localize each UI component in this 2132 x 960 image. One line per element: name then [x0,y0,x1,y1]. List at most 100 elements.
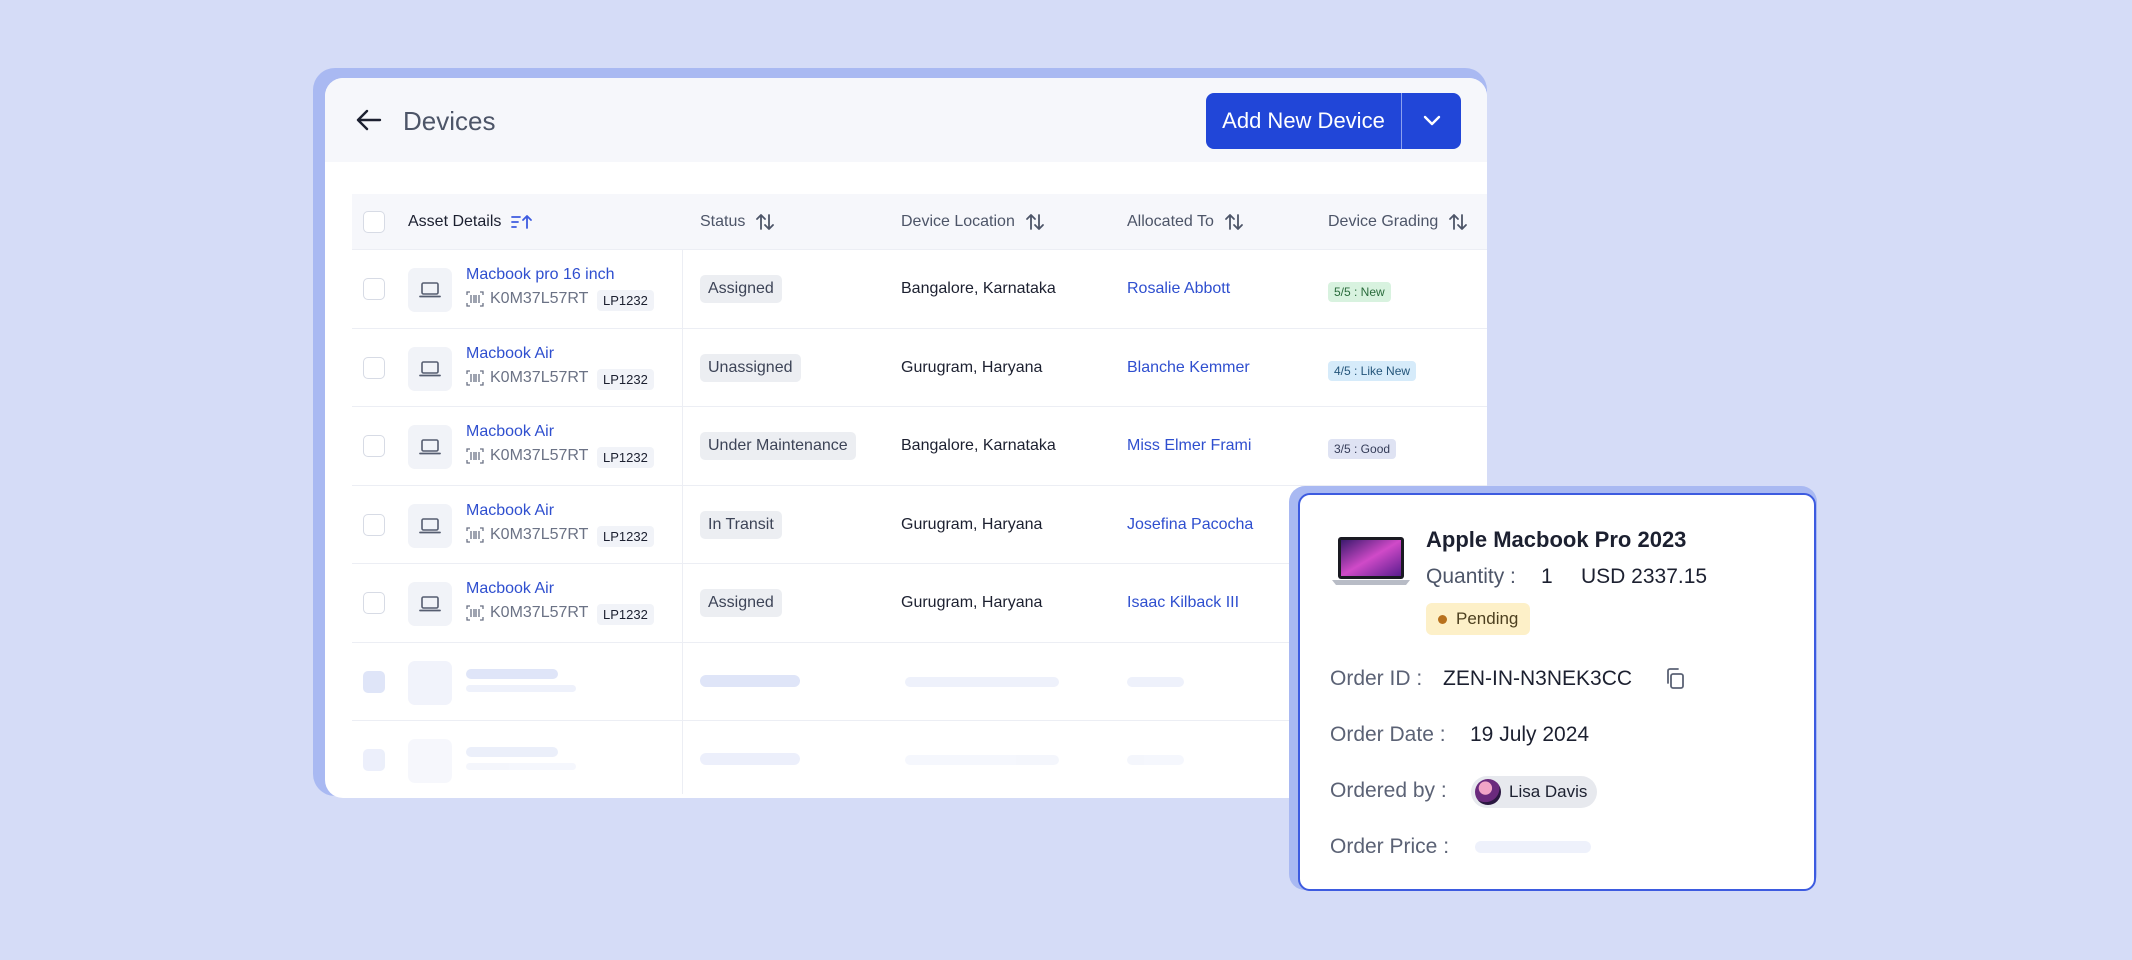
order-id-label: Order ID : [1330,667,1423,690]
laptop-icon [408,503,452,548]
skeleton-bar [466,684,576,692]
asset-serial: K0M37L57RT [466,526,588,544]
quantity-value: 1 [1541,565,1553,588]
asset-tag: LP1232 [597,525,654,547]
skeleton-bar [700,674,800,687]
asset-name-link[interactable]: Macbook Air [466,502,554,520]
arrow-left-icon [356,109,382,131]
asset-name-link[interactable]: Macbook pro 16 inch [466,266,615,284]
laptop-icon [408,582,452,626]
grade-badge: 5/5 : New [1328,282,1391,302]
table-row[interactable]: Macbook Air K0M37L57RT LP1232 Under Main… [352,407,1487,486]
skeleton-checkbox [363,749,385,771]
page-title: Devices [403,106,496,136]
laptop-icon [408,346,452,391]
row-checkbox[interactable] [363,356,385,379]
sort-icon[interactable] [755,213,775,231]
order-details-card: Apple Macbook Pro 2023 Quantity : 1 USD … [1298,493,1816,891]
row-checkbox[interactable] [363,278,385,300]
status-badge: Assigned [700,275,782,303]
macbook-image [1332,537,1410,585]
skeleton-bar [905,676,1059,687]
barcode-icon [466,448,484,464]
order-id-value: ZEN-IN-N3NEK3CC [1443,667,1633,690]
allocated-user-link[interactable]: Miss Elmer Frami [1127,437,1251,455]
add-device-dropdown-button[interactable] [1402,93,1461,149]
column-status[interactable]: Status [700,194,775,250]
asset-name-link[interactable]: Macbook Air [466,423,554,441]
allocated-user-link[interactable]: Isaac Kilback III [1127,594,1239,612]
device-location: Bangalore, Karnataka [901,280,1056,297]
skeleton-icon [408,660,452,705]
ordered-by-label: Ordered by : [1330,779,1447,802]
status-badge: Assigned [700,589,782,617]
devices-header: Devices Add New Device [325,78,1487,162]
laptop-icon [408,425,452,469]
allocated-user-link[interactable]: Blanche Kemmer [1127,359,1250,377]
asset-serial: K0M37L57RT [466,290,588,308]
asset-tag: LP1232 [597,604,654,625]
asset-tag: LP1232 [597,368,654,390]
row-checkbox[interactable] [363,435,385,457]
column-device-location[interactable]: Device Location [901,194,1045,250]
sort-icon[interactable] [1224,213,1244,231]
row-checkbox[interactable] [363,592,385,614]
grade-badge: 4/5 : Like New [1328,360,1417,381]
table-row[interactable]: Macbook pro 16 inch K0M37L57RT LP1232 As… [352,250,1487,329]
user-chip[interactable]: Lisa Davis [1471,776,1598,808]
device-location: Gurugram, Haryana [901,515,1043,533]
asset-serial: K0M37L57RT [466,447,588,465]
sort-ascending-icon[interactable] [511,214,533,230]
asset-name-link[interactable]: Macbook Air [466,580,554,598]
column-allocated-to[interactable]: Allocated To [1127,194,1244,250]
product-name: Apple Macbook Pro 2023 [1426,527,1687,552]
barcode-icon [466,605,484,621]
chevron-down-icon [1423,115,1440,126]
barcode-icon [466,526,484,543]
skeleton-bar [466,668,558,679]
allocated-user-link[interactable]: Rosalie Abbott [1127,280,1230,298]
column-device-grading[interactable]: Device Grading [1328,194,1468,250]
asset-serial: K0M37L57RT [466,604,588,622]
asset-name-link[interactable]: Macbook Air [466,345,554,363]
table-header: Asset Details Status Device Location All… [352,194,1487,250]
select-all-checkbox[interactable] [363,211,385,233]
skeleton-bar [1475,841,1591,853]
order-status-badge: Pending [1426,603,1531,635]
column-asset-details[interactable]: Asset Details [408,194,533,250]
status-dot-icon [1438,614,1447,624]
skeleton-bar [700,753,800,765]
asset-tag: LP1232 [597,290,654,311]
device-location: Gurugram, Haryana [901,594,1043,611]
skeleton-bar [466,747,558,757]
add-new-device-button[interactable]: Add New Device [1206,93,1401,149]
grade-badge: 3/5 : Good [1328,439,1397,459]
product-price: USD 2337.15 [1581,565,1708,588]
skeleton-bar [1127,755,1184,765]
quantity-label: Quantity : [1426,565,1516,588]
table-row[interactable]: Macbook Air K0M37L57RT LP1232 Unassigned… [352,329,1487,407]
sort-icon[interactable] [1448,213,1468,231]
order-price-label: Order Price : [1330,835,1450,858]
back-button[interactable] [353,104,385,136]
add-device-split-button: Add New Device [1206,93,1461,149]
skeleton-bar [905,755,1059,765]
skeleton-bar [466,763,576,770]
skeleton-checkbox [363,670,385,693]
avatar [1475,779,1501,805]
order-date-value: 19 July 2024 [1470,723,1590,746]
row-checkbox[interactable] [363,513,385,536]
skeleton-bar [1127,676,1184,687]
laptop-icon [408,268,452,312]
status-badge: In Transit [700,510,782,539]
device-location: Bangalore, Karnataka [901,437,1056,454]
order-date-label: Order Date : [1330,723,1446,746]
asset-serial: K0M37L57RT [466,369,588,387]
status-badge: Under Maintenance [700,432,856,460]
sort-icon[interactable] [1025,213,1045,231]
allocated-user-link[interactable]: Josefina Pacocha [1127,516,1253,534]
device-location: Gurugram, Haryana [901,358,1043,376]
barcode-icon [466,369,484,386]
copy-icon[interactable] [1664,667,1686,691]
asset-tag: LP1232 [597,447,654,468]
